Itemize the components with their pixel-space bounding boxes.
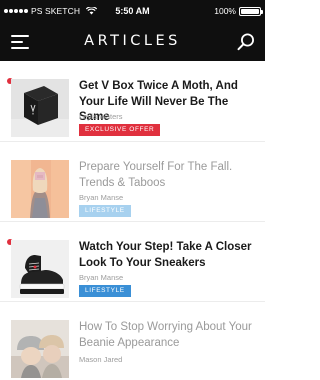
article-title[interactable]: Prepare Yourself For The Fall. Trends & … [79, 160, 259, 191]
fall-fashion-thumbnail-art [11, 160, 69, 218]
top-navigation-bar: ARTICLES [0, 22, 265, 61]
beanie-couple-photo [11, 320, 69, 378]
battery-percentage: 100% [214, 6, 236, 16]
article-item-beanie[interactable]: How To Stop Worrying About Your Beanie A… [0, 302, 265, 380]
article-item-fall-trends[interactable]: Prepare Yourself For The Fall. Trends & … [0, 142, 265, 222]
page-title: ARTICLES [84, 33, 181, 49]
sneakers-thumbnail-art [11, 240, 69, 298]
battery-fill [241, 8, 259, 14]
article-author: Bryan Manse [79, 273, 124, 282]
fall-fashion-photo [11, 160, 69, 218]
search-icon[interactable] [236, 32, 256, 52]
article-tag[interactable]: LIFESTYLE [79, 205, 131, 217]
article-title[interactable]: How To Stop Worrying About Your Beanie A… [79, 320, 259, 351]
v-box-photo [11, 79, 69, 137]
article-author: Mason Jared [79, 355, 123, 364]
article-tag[interactable]: LIFESTYLE [79, 285, 131, 297]
article-author: Bryan Manse [79, 193, 124, 202]
v-box-thumbnail-art [11, 79, 69, 137]
article-title[interactable]: Watch Your Step! Take A Closer Look To Y… [79, 240, 259, 271]
article-item-sneakers[interactable]: Watch Your Step! Take A Closer Look To Y… [0, 222, 265, 302]
status-bar: PS SKETCH 5:50 AM 100% [0, 0, 265, 22]
article-list: Get V Box Twice A Moth, And Your Life Wi… [0, 61, 265, 380]
article-author: Leyla Waters [79, 112, 123, 121]
article-item-v-box[interactable]: Get V Box Twice A Moth, And Your Life Wi… [0, 61, 265, 142]
article-tag[interactable]: EXCLUSIVE OFFER [79, 124, 161, 136]
beanie-thumbnail-art [11, 320, 69, 378]
battery-icon [239, 6, 263, 16]
sneakers-photo [11, 240, 69, 298]
status-bar-right: 100% [214, 0, 263, 22]
